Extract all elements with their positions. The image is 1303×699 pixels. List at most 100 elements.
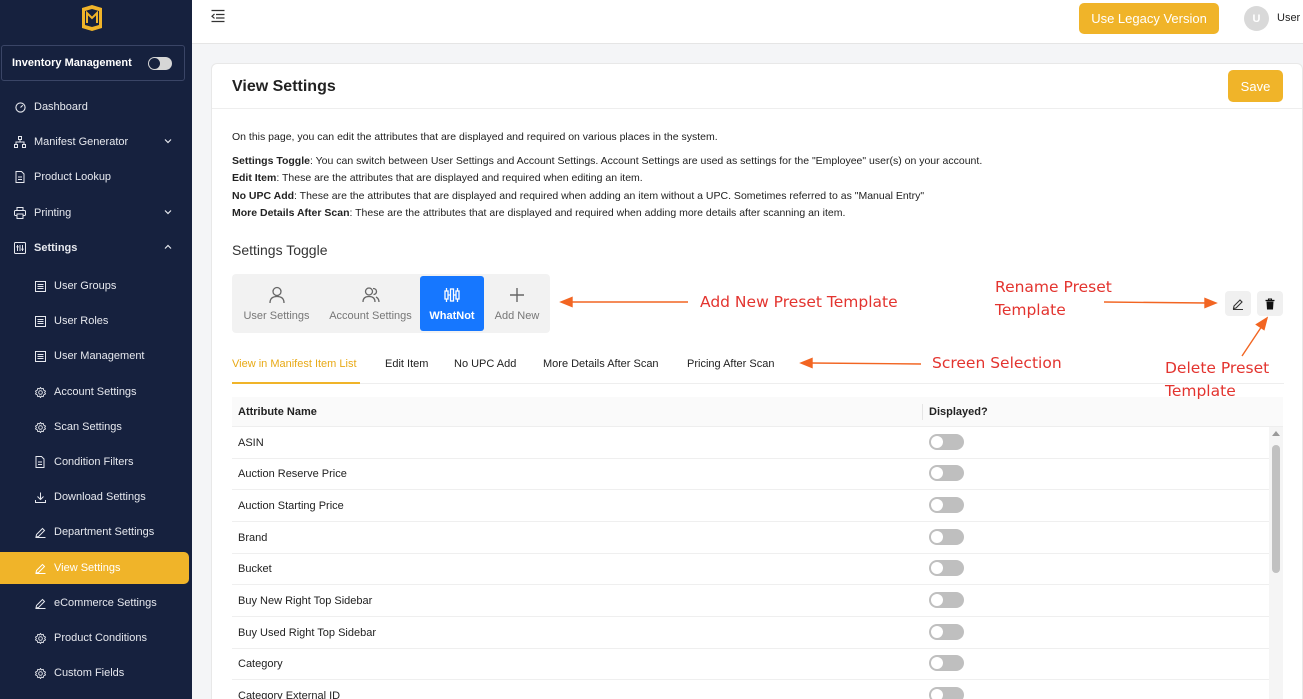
- annotation-screen-selection: Screen Selection: [932, 354, 1062, 372]
- sidebar-subitem-product-conditions[interactable]: Product Conditions: [0, 622, 189, 654]
- scroll-thumb[interactable]: [1272, 445, 1280, 573]
- sidebar-subitem-department-settings[interactable]: Department Settings: [0, 516, 189, 548]
- sidebar-subitem-user-roles[interactable]: User Roles: [0, 305, 189, 337]
- settings-toggle-title: Settings Toggle: [232, 242, 328, 258]
- sidebar-item-label: Printing: [34, 207, 72, 219]
- settings-toggle-segmented: User Settings Account Settings WhatNot A…: [232, 274, 550, 333]
- segment-add-new[interactable]: Add New: [484, 274, 550, 333]
- sidebar-item-label: Account Settings: [54, 386, 137, 398]
- avatar[interactable]: U: [1244, 6, 1269, 31]
- sidebar-subitem-account-settings[interactable]: Account Settings: [0, 376, 189, 408]
- user-icon: [268, 286, 285, 303]
- plus-icon: [510, 287, 524, 302]
- sidebar-subitem-user-management[interactable]: User Management: [0, 340, 189, 372]
- sidebar-item-label: Scan Settings: [54, 421, 122, 433]
- intro-text: On this page, you can edit the attribute…: [232, 131, 718, 143]
- displayed-toggle[interactable]: [929, 434, 964, 450]
- rename-preset-button[interactable]: [1225, 291, 1251, 316]
- table-row: Auction Starting Price: [232, 490, 1269, 522]
- sidebar-item-label: User Groups: [54, 280, 117, 292]
- tab-more-details-after-scan[interactable]: More Details After Scan: [543, 358, 659, 370]
- displayed-toggle[interactable]: [929, 592, 964, 608]
- sidebar-subitem-download-settings[interactable]: Download Settings: [0, 481, 189, 513]
- chevron-down-icon: [164, 210, 172, 215]
- pencil-icon: [1232, 298, 1243, 310]
- sidebar-item-manifest-generator[interactable]: Manifest Generator: [0, 126, 189, 158]
- segment-user-settings[interactable]: User Settings: [232, 274, 321, 333]
- top-bar: Use Legacy Version U User: [192, 0, 1303, 44]
- displayed-toggle[interactable]: [929, 655, 964, 671]
- desc-text: : These are the attributes that are disp…: [294, 190, 925, 202]
- segment-whatnot[interactable]: WhatNot: [420, 276, 484, 331]
- tab-pricing-after-scan[interactable]: Pricing After Scan: [687, 358, 774, 370]
- document-icon: [14, 171, 26, 183]
- displayed-toggle[interactable]: [929, 687, 964, 699]
- sidebar-item-label: Download Settings: [54, 491, 146, 503]
- annotation-delete-preset-1: Delete Preset: [1165, 359, 1270, 377]
- sidebar-item-settings[interactable]: Settings: [0, 232, 189, 264]
- screen-tabs: View in Manifest Item List Edit Item No …: [232, 351, 1284, 384]
- whatnot-icon: [444, 287, 460, 302]
- settings-icon: [14, 242, 26, 254]
- chevron-down-icon: [164, 139, 172, 144]
- table-row: ASIN: [232, 427, 1269, 459]
- inventory-management-toggle[interactable]: [148, 57, 172, 70]
- sidebar-item-printing[interactable]: Printing: [0, 197, 189, 229]
- attribute-name: Buy New Right Top Sidebar: [238, 595, 373, 607]
- sidebar-subitem-condition-filters[interactable]: Condition Filters: [0, 446, 189, 478]
- tab-no-upc-add[interactable]: No UPC Add: [454, 358, 516, 370]
- pencil-icon: [34, 526, 46, 538]
- sidebar-subitem-custom-fields[interactable]: Custom Fields: [0, 657, 189, 689]
- displayed-toggle[interactable]: [929, 465, 964, 481]
- user-name[interactable]: User: [1277, 12, 1300, 24]
- displayed-toggle[interactable]: [929, 497, 964, 513]
- sidebar-item-product-lookup[interactable]: Product Lookup: [0, 161, 189, 193]
- card-header: View Settings Save: [212, 64, 1302, 109]
- desc-label: No UPC Add: [232, 190, 295, 202]
- tab-edit-item[interactable]: Edit Item: [385, 358, 428, 370]
- sidebar-item-label: User Management: [54, 350, 145, 362]
- desc-text: : You can switch between User Settings a…: [309, 155, 983, 167]
- m-cube-logo[interactable]: [80, 4, 104, 32]
- sidebar-item-label: Manifest Generator: [34, 136, 129, 148]
- desc-text: : These are the attributes that are disp…: [276, 172, 643, 184]
- view-settings-card: View Settings Save On this page, you can…: [211, 63, 1303, 699]
- sidebar-subitem-scan-settings[interactable]: Scan Settings: [0, 411, 189, 443]
- displayed-toggle[interactable]: [929, 560, 964, 576]
- attribute-name: Auction Starting Price: [238, 500, 344, 512]
- table-row: Bucket: [232, 553, 1269, 585]
- sidebar-item-dashboard[interactable]: Dashboard: [0, 91, 189, 123]
- column-displayed: Displayed?: [929, 406, 988, 418]
- inventory-management-toggle-box: Inventory Management: [1, 45, 185, 81]
- desc-settings-toggle: Settings Toggle: You can switch between …: [232, 155, 982, 167]
- desc-label: More Details After Scan: [232, 207, 350, 219]
- printer-icon: [14, 207, 26, 219]
- sidebar-subitem-view-settings[interactable]: View Settings: [0, 552, 189, 584]
- table-scrollbar[interactable]: [1269, 427, 1283, 699]
- scroll-up-arrow-icon[interactable]: [1272, 431, 1280, 436]
- displayed-toggle[interactable]: [929, 624, 964, 640]
- segment-account-settings[interactable]: Account Settings: [321, 274, 420, 333]
- sidebar-subitem-user-groups[interactable]: User Groups: [0, 270, 189, 302]
- save-button[interactable]: Save: [1228, 70, 1283, 102]
- sidebar-subitem-ecommerce-settings[interactable]: eCommerce Settings: [0, 587, 189, 619]
- tab-view-in-manifest-item-list[interactable]: View in Manifest Item List: [232, 358, 357, 370]
- attribute-name: Auction Reserve Price: [238, 468, 347, 480]
- displayed-toggle[interactable]: [929, 529, 964, 545]
- sidebar-item-label: Condition Filters: [54, 456, 134, 468]
- delete-preset-button[interactable]: [1257, 291, 1283, 316]
- trash-icon: [1265, 297, 1275, 309]
- desc-edit-item: Edit Item: These are the attributes that…: [232, 172, 643, 184]
- annotation-delete-preset-2: Template: [1165, 382, 1236, 400]
- list-icon: [34, 315, 46, 327]
- sidebar-item-label: Product Conditions: [54, 632, 147, 644]
- attribute-name: Category: [238, 658, 283, 670]
- attribute-name: Bucket: [238, 563, 272, 575]
- table-row: Buy Used Right Top Sidebar: [232, 617, 1269, 649]
- users-icon: [361, 286, 380, 302]
- desc-label: Settings Toggle: [232, 155, 310, 167]
- menu-fold-icon[interactable]: [211, 9, 225, 23]
- sidebar-item-label: User Roles: [54, 315, 109, 327]
- use-legacy-version-button[interactable]: Use Legacy Version: [1079, 3, 1219, 34]
- sidebar-item-label: Product Lookup: [34, 171, 112, 183]
